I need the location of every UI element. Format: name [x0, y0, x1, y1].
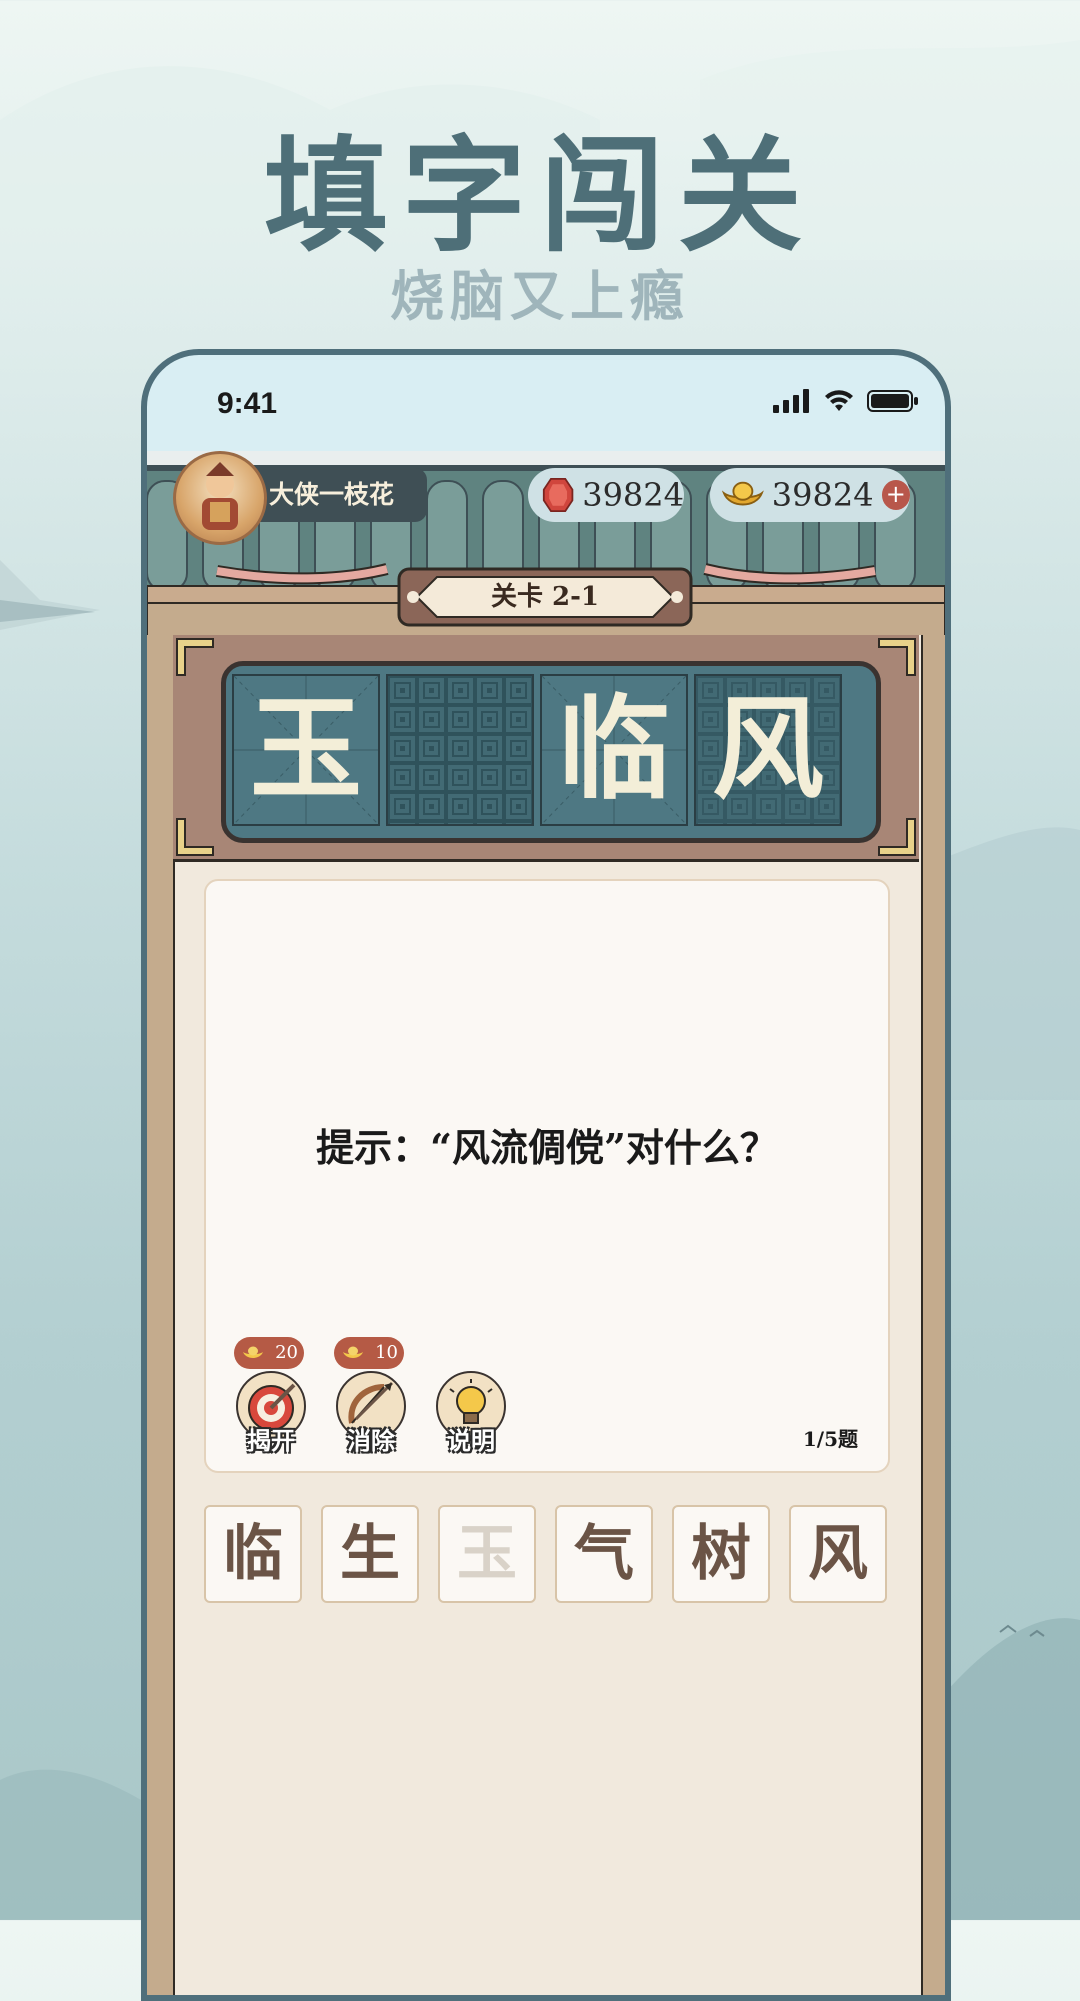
answer-cell-empty[interactable]: [386, 674, 534, 826]
tool-label: 揭开: [247, 1426, 295, 1455]
game-body: 玉 临 风 提示：“风流倜傥”对什么？ 20 揭开 10 消除 说明 1/5题 …: [147, 635, 945, 1995]
corner-ornament-icon: [878, 818, 916, 856]
signal-icon: [773, 389, 809, 413]
hint-card: 提示：“风流倜傥”对什么？ 20 揭开 10 消除 说明 1/5题: [204, 879, 890, 1473]
answer-char: 风: [712, 684, 824, 815]
wifi-icon: [825, 390, 853, 411]
promo-title: 填字闯关: [263, 124, 816, 269]
answer-char: 临: [558, 684, 670, 815]
gem-count: 39824: [582, 476, 684, 514]
option-tile[interactable]: 生: [321, 1505, 419, 1603]
gold-count: 39824: [771, 476, 874, 514]
warrior-avatar: [202, 462, 238, 530]
ruby-gem-icon: [542, 478, 574, 512]
corner-ornament-icon: [176, 638, 214, 676]
battery-icon: [867, 390, 918, 412]
corner-ornament-icon: [878, 638, 916, 676]
gem-counter[interactable]: 39824: [528, 468, 684, 522]
answer-cell[interactable]: 风: [694, 674, 842, 826]
cost-value: 10: [375, 1342, 398, 1363]
avatar[interactable]: [173, 451, 267, 545]
answer-char: [388, 676, 532, 824]
option-tile-used: 玉: [438, 1505, 536, 1603]
answer-board: 玉 临 风: [221, 661, 881, 843]
add-gold-button[interactable]: +: [881, 480, 910, 510]
level-plaque: 关卡 2-1: [397, 565, 693, 629]
tool-label: 说明: [447, 1426, 495, 1455]
status-time: 9:41: [217, 387, 278, 420]
option-tile[interactable]: 树: [672, 1505, 770, 1603]
nickname: 大侠一枝花: [269, 480, 395, 509]
status-icons: [773, 389, 919, 413]
question-progress: 1/5题: [802, 1427, 858, 1451]
tool-label: 消除: [347, 1426, 395, 1455]
status-bar: 9:41: [147, 355, 945, 451]
hint-text: 提示：“风流倜傥”对什么？: [316, 1125, 778, 1170]
character-options: 临 生 玉 气 树 风: [204, 1505, 890, 1603]
corner-ornament-icon: [176, 818, 214, 856]
cost-badge: 10: [334, 1337, 404, 1369]
answer-cell[interactable]: 临: [540, 674, 688, 826]
gold-ingot-icon: [343, 1346, 363, 1358]
option-tile[interactable]: 临: [204, 1505, 302, 1603]
board-frame: 玉 临 风: [173, 635, 919, 862]
level-label: 关卡 2-1: [490, 582, 600, 612]
promo-subtitle: 烧脑又上瘾: [390, 264, 690, 328]
option-tile[interactable]: 气: [555, 1505, 653, 1603]
gold-ingot-icon: [722, 481, 764, 506]
gold-ingot-icon: [243, 1346, 263, 1358]
answer-char: 玉: [250, 684, 362, 815]
phone-frame: 9:41 大侠一枝花 39824 39824 + 关卡 2-1 玉 临 风 提示…: [141, 349, 951, 2001]
option-tile[interactable]: 风: [789, 1505, 887, 1603]
answer-cell[interactable]: 玉: [232, 674, 380, 826]
cost-badge: 20: [234, 1337, 304, 1369]
gold-counter[interactable]: 39824 +: [710, 468, 910, 522]
cost-value: 20: [275, 1342, 298, 1363]
